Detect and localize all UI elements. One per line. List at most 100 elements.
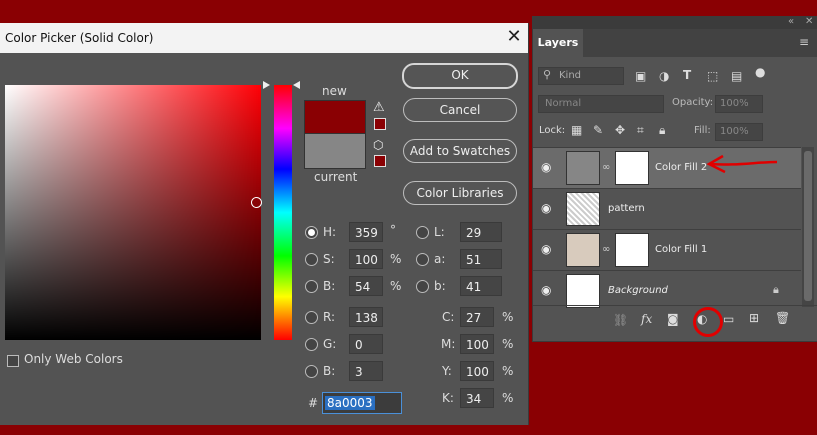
h-field[interactable]: 359 — [349, 222, 383, 242]
hue-slider[interactable] — [274, 85, 292, 340]
m-unit: % — [502, 337, 514, 351]
dialog-title-bar[interactable]: Color Picker (Solid Color) ✕ — [0, 23, 528, 53]
lock-artboard-icon[interactable]: ⌗ — [637, 123, 644, 138]
b-radio[interactable] — [305, 280, 318, 293]
s-label: S: — [323, 252, 335, 266]
delete-layer-icon[interactable]: 🗑︎ — [775, 311, 790, 325]
lock-icon[interactable]: 🔒︎ — [773, 283, 779, 297]
hue-slider-handle-right[interactable] — [293, 81, 300, 89]
blue-label: B: — [323, 364, 336, 378]
shape-filter-icon[interactable]: ⬚ — [707, 69, 718, 83]
type-filter-icon[interactable]: T — [683, 68, 691, 82]
lock-brush-icon[interactable]: ✎ — [593, 123, 603, 137]
y-unit: % — [502, 364, 514, 378]
pixel-filter-icon[interactable]: ▣ — [635, 69, 646, 83]
blue-radio[interactable] — [305, 365, 318, 378]
visibility-eye-icon[interactable]: ◉ — [541, 242, 551, 256]
kind-label: Kind — [559, 70, 582, 81]
fill-field[interactable]: 100% — [715, 123, 763, 141]
adjustment-filter-icon[interactable]: ◑ — [659, 69, 669, 83]
opacity-field[interactable]: 100% — [715, 95, 763, 113]
a-radio[interactable] — [416, 253, 429, 266]
close-panel-icon[interactable]: ✕ — [805, 16, 813, 27]
layers-panel: « ✕ Layers ≡ ⚲ Kind ▣ ◑ T ⬚ ▤ ● Normal O… — [532, 16, 817, 342]
web-safe-swatch[interactable] — [374, 155, 386, 167]
layers-scrollbar[interactable] — [802, 147, 814, 307]
filter-toggle-icon[interactable]: ● — [755, 65, 765, 79]
current-color-swatch[interactable] — [304, 133, 366, 169]
only-web-colors-checkbox[interactable] — [7, 355, 19, 367]
hex-value: 8a0003 — [325, 396, 375, 410]
lock-transparency-icon[interactable]: ▦ — [571, 123, 582, 137]
s-field[interactable]: 100 — [349, 249, 383, 269]
collapse-panel-icon[interactable]: « — [788, 16, 794, 27]
y-field[interactable]: 100 — [460, 361, 494, 381]
g-field[interactable]: 0 — [349, 334, 383, 354]
color-libraries-button[interactable]: Color Libraries — [403, 181, 517, 205]
kind-filter-select[interactable]: ⚲ Kind — [538, 67, 624, 85]
gamut-swatch[interactable] — [374, 118, 386, 130]
layer-row-color-fill-2[interactable]: ◉ ∞ Color Fill 2 — [533, 147, 801, 188]
s-radio[interactable] — [305, 253, 318, 266]
new-color-swatch — [304, 100, 366, 134]
visibility-eye-icon[interactable]: ◉ — [541, 201, 551, 215]
g-radio[interactable] — [305, 338, 318, 351]
new-layer-icon[interactable]: ⊞ — [749, 311, 759, 325]
c-unit: % — [502, 310, 514, 324]
color-field[interactable] — [5, 85, 261, 340]
ok-button[interactable]: OK — [402, 63, 518, 89]
l-radio[interactable] — [416, 226, 429, 239]
layer-row-pattern[interactable]: ◉ pattern — [533, 188, 801, 229]
scrollbar-thumb[interactable] — [804, 151, 812, 301]
close-icon[interactable]: ✕ — [504, 27, 524, 47]
blue-field[interactable]: 3 — [349, 361, 383, 381]
m-label: M: — [441, 337, 456, 351]
k-label: K: — [442, 391, 454, 405]
fx-icon[interactable]: fx — [641, 312, 652, 326]
b-field[interactable]: 54 — [349, 276, 383, 296]
cancel-button[interactable]: Cancel — [403, 98, 517, 122]
new-label: new — [322, 84, 347, 98]
new-group-icon[interactable]: ▭ — [723, 312, 734, 326]
blend-mode-select[interactable]: Normal — [538, 95, 664, 113]
lock-all-icon[interactable]: 🔒︎ — [659, 123, 665, 138]
h-radio[interactable] — [305, 226, 318, 239]
panel-tab-bar: Layers ≡ — [533, 29, 817, 57]
color-field-marker[interactable] — [251, 197, 262, 208]
lab-b-radio[interactable] — [416, 280, 429, 293]
out-of-gamut-warning-icon[interactable]: ⚠ — [373, 100, 385, 115]
hex-label: # — [308, 396, 319, 410]
b-label: B: — [323, 279, 336, 293]
search-icon: ⚲ — [543, 68, 552, 81]
link-layers-icon[interactable]: ⛓ — [613, 313, 628, 327]
r-radio[interactable] — [305, 311, 318, 324]
r-field[interactable]: 138 — [349, 307, 383, 327]
k-field[interactable]: 34 — [460, 388, 494, 408]
layer-row-color-fill-1[interactable]: ◉ ∞ Color Fill 1 — [533, 229, 801, 270]
lab-b-field[interactable]: 41 — [460, 276, 502, 296]
fill-thumbnail — [566, 151, 600, 185]
h-unit: ° — [390, 223, 396, 237]
link-icon[interactable]: ∞ — [602, 244, 610, 255]
lock-position-icon[interactable]: ✥ — [615, 123, 625, 137]
tab-layers[interactable]: Layers — [533, 29, 583, 57]
web-safe-cube-icon[interactable]: ⬡ — [373, 138, 383, 152]
a-field[interactable]: 51 — [460, 249, 502, 269]
l-label: L: — [434, 225, 445, 239]
m-field[interactable]: 100 — [460, 334, 494, 354]
add-mask-icon[interactable]: ◙ — [667, 312, 679, 326]
lab-b-label: b: — [434, 279, 446, 293]
smart-object-filter-icon[interactable]: ▤ — [731, 69, 742, 83]
add-to-swatches-button[interactable]: Add to Swatches — [403, 139, 517, 163]
c-field[interactable]: 27 — [460, 307, 494, 327]
hue-slider-handle-left[interactable] — [263, 81, 270, 89]
visibility-eye-icon[interactable]: ◉ — [541, 283, 551, 297]
link-icon[interactable]: ∞ — [602, 162, 610, 173]
r-label: R: — [323, 310, 336, 324]
layer-name: Color Fill 1 — [655, 244, 708, 255]
hex-field[interactable]: 8a0003 — [322, 392, 402, 414]
l-field[interactable]: 29 — [460, 222, 502, 242]
visibility-eye-icon[interactable]: ◉ — [541, 160, 551, 174]
dialog-title: Color Picker (Solid Color) — [5, 31, 154, 45]
panel-menu-icon[interactable]: ≡ — [799, 35, 809, 49]
